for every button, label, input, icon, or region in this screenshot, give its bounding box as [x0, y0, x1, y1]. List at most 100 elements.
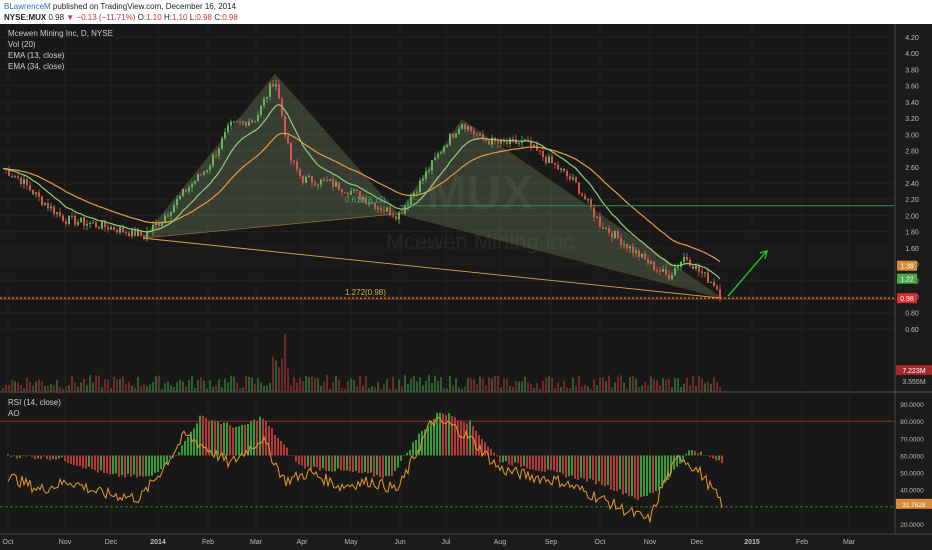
volume-bar [437, 380, 439, 392]
candle-body [581, 193, 583, 196]
volume-bar [62, 388, 64, 392]
candle-body [533, 144, 535, 147]
ao-bar [589, 455, 591, 479]
price-tick: 3.40 [905, 100, 919, 107]
ao-bar [304, 455, 306, 469]
volume-bar [398, 379, 400, 392]
legend-ao: AO [8, 409, 20, 418]
candle-body [269, 83, 271, 97]
volume-bar [32, 385, 34, 392]
volume-bar [290, 385, 292, 392]
ao-bar [58, 455, 60, 459]
volume-bar [605, 381, 607, 392]
volume-bar [641, 385, 643, 392]
volume-bar [11, 380, 13, 392]
volume-bar [287, 368, 289, 392]
ao-bar [646, 455, 648, 496]
volume-bar [368, 388, 370, 392]
ao-bar [511, 455, 513, 466]
volume-bar [353, 380, 355, 392]
volume-bar [314, 377, 316, 392]
ao-bar [526, 455, 528, 469]
close-value: 0.98 [222, 13, 238, 22]
ao-bar [514, 455, 516, 463]
ao-bar [109, 455, 111, 475]
candle-body [431, 160, 433, 171]
ao-bar [16, 455, 18, 459]
volume-bar [230, 375, 232, 392]
legend-rsi: RSI (14, close) [8, 398, 61, 407]
ao-bar [490, 448, 492, 456]
candle-body [575, 177, 577, 183]
ao-bar [217, 421, 219, 456]
ao-bar [400, 455, 402, 461]
candle-body [11, 175, 13, 177]
ao-bar [547, 455, 549, 470]
candle-body [77, 222, 79, 225]
rsi-tick: 20.0000 [900, 522, 924, 529]
volume-bar [347, 380, 349, 392]
ao-bar [418, 433, 420, 456]
ao-bar [355, 455, 357, 471]
price-tick: 2.80 [905, 149, 919, 156]
chart-canvas[interactable]: MUX Mcewen Mining Inc 0.618(2.12) 1.272(… [0, 24, 932, 550]
volume-bar [68, 385, 70, 392]
candle-body [188, 187, 190, 192]
candle-body [155, 223, 157, 226]
volume-bar [401, 386, 403, 392]
candle-body [101, 221, 103, 229]
volume-bar [209, 380, 211, 392]
candle-body [248, 121, 250, 126]
volume-bar [224, 378, 226, 392]
volume-bar [233, 376, 235, 392]
ao-bar [193, 428, 195, 456]
ao-bar [322, 455, 324, 469]
ao-bar [85, 455, 87, 469]
volume-bar [185, 386, 187, 392]
time-label: Aug [494, 539, 507, 546]
ao-bar [88, 455, 90, 467]
ao-bar [403, 455, 405, 456]
candle-body [476, 134, 478, 136]
candle-body [263, 98, 265, 106]
ao-bar [370, 455, 372, 473]
candle-body [116, 229, 118, 233]
volume-bar [578, 375, 580, 392]
ao-bar [79, 455, 81, 467]
volume-bar [26, 378, 28, 392]
ao-bar [253, 419, 255, 456]
volume-bar [89, 375, 91, 392]
candle-body [560, 168, 562, 170]
volume-bar [257, 377, 259, 392]
candle-body [554, 163, 556, 165]
ao-bar [388, 455, 390, 476]
author-link[interactable]: BLawrenceM [4, 2, 51, 11]
candle-body [89, 223, 91, 225]
volume-bar [17, 382, 19, 392]
volume-bar [395, 388, 397, 392]
candle-body [242, 121, 244, 123]
legend-vol: Vol (20) [8, 40, 36, 49]
ao-bar [178, 452, 180, 456]
volume-bar [485, 385, 487, 392]
ao-bar [604, 455, 606, 487]
volume-bar [350, 378, 352, 392]
ao-bar [700, 451, 702, 456]
volume-bar [203, 380, 205, 392]
ao-bar [169, 455, 171, 458]
candle-body [311, 176, 313, 183]
price-tick: 3.20 [905, 116, 919, 123]
volume-bar [134, 387, 136, 392]
ao-bar [202, 415, 204, 456]
candle-body [434, 157, 436, 161]
ao-bar [61, 455, 63, 458]
candle-body [170, 212, 172, 216]
ao-bar [235, 426, 237, 456]
volume-bar [599, 377, 601, 392]
volume-bar [119, 378, 121, 392]
ao-bar [325, 455, 327, 471]
candle-body [719, 289, 721, 299]
price-tick: 0.60 [905, 327, 919, 334]
volume-bar [263, 385, 265, 392]
candle-body [458, 129, 460, 134]
